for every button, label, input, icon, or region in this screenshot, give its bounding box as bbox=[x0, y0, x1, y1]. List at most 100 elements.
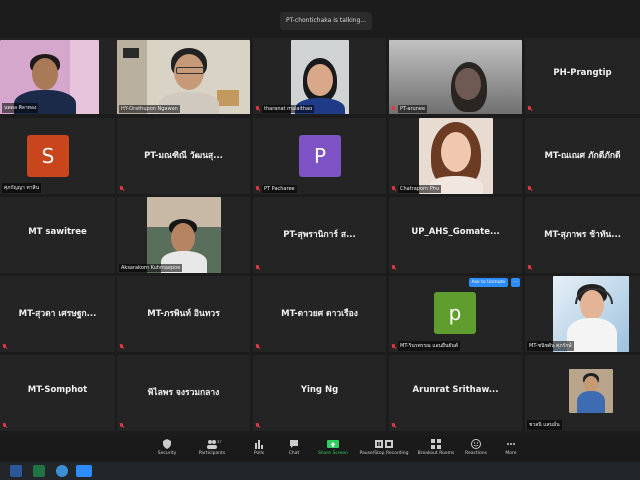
pause-recording-button[interactable]: Pause/Stop Recording bbox=[355, 439, 413, 456]
share-screen-button[interactable]: Share Screen bbox=[311, 439, 355, 456]
participant-tile[interactable]: MT-ดาวยศ ดาวเรือง bbox=[253, 276, 386, 352]
participant-name: พิไลพร จงรวมกลาง bbox=[147, 388, 220, 398]
muted-mic-icon bbox=[391, 344, 396, 350]
chat-icon bbox=[290, 440, 298, 448]
participant-tile[interactable]: Aksarakorn Kuhmaepoe bbox=[117, 197, 250, 273]
muted-mic-icon bbox=[255, 265, 260, 271]
muted-mic-icon bbox=[527, 265, 532, 271]
participant-tile[interactable]: Ying Ng bbox=[253, 355, 386, 431]
chat-label: Chat bbox=[288, 451, 300, 456]
participant-name: MT-ณเณศ ภักดีภักดี bbox=[544, 151, 621, 161]
security-label: Security bbox=[157, 451, 177, 456]
zoom-icon[interactable] bbox=[76, 465, 92, 477]
participant-tile[interactable]: PH-Prangtip bbox=[525, 38, 640, 114]
participant-tile[interactable]: MT-Somphot bbox=[0, 355, 115, 431]
participant-name: PT-สุพรานิการ์ ส... bbox=[283, 230, 356, 240]
breakout-rooms-button[interactable]: Breakout Rooms bbox=[414, 439, 458, 456]
participant-name: PH-Prangtip bbox=[553, 68, 612, 78]
participant-name: MT-สุภาพร ช้าทัน... bbox=[544, 230, 621, 240]
muted-mic-icon bbox=[391, 423, 396, 429]
chat-button[interactable]: Chat bbox=[272, 439, 316, 456]
participant-name: MT-สุวดา เศรษฐก... bbox=[18, 309, 97, 319]
participants-button[interactable]: 37 Participants bbox=[190, 439, 234, 456]
participant-tile[interactable]: นพดล ศิลาทอง bbox=[0, 38, 133, 114]
word-icon[interactable] bbox=[10, 465, 22, 477]
ask-to-unmute-button[interactable]: Ask to Unmute bbox=[468, 278, 508, 287]
muted-mic-icon bbox=[391, 186, 396, 192]
participant-name: Chatraporn Phu bbox=[398, 185, 442, 193]
participant-tile[interactable]: PT-มณฑิณี วัฒนสุ... bbox=[117, 118, 250, 194]
os-taskbar bbox=[0, 462, 640, 480]
participant-tile[interactable]: Ask to Unmute ··· p MT-รินรพรรณ แอนยืนยั… bbox=[389, 276, 522, 352]
participant-video bbox=[291, 40, 349, 114]
participant-video bbox=[117, 40, 250, 114]
participant-tile[interactable]: Chatraporn Phu bbox=[389, 118, 522, 194]
participant-tile[interactable]: ชวลนิ แสนมั่น bbox=[525, 355, 640, 431]
participant-video bbox=[147, 197, 221, 273]
muted-mic-icon bbox=[255, 186, 260, 192]
participant-name: PT Pacharee bbox=[262, 185, 297, 193]
participant-name: MT-ดาวยศ ดาวเรือง bbox=[281, 309, 358, 319]
participant-tile[interactable]: P PT Pacharee bbox=[253, 118, 386, 194]
participant-tile[interactable]: MT-สุภาพร ช้าทัน... bbox=[525, 197, 640, 273]
security-button[interactable]: Security bbox=[145, 439, 189, 456]
participant-name: MT-ชนิชตัน ศุภรักษ์ bbox=[527, 341, 574, 351]
muted-mic-icon bbox=[2, 423, 7, 429]
participants-label: Participants bbox=[198, 451, 226, 456]
share-screen-label: Share Screen bbox=[318, 451, 348, 456]
talking-indicator: PT-chontichaka is talking... bbox=[280, 12, 373, 30]
more-button[interactable]: More bbox=[489, 439, 533, 456]
participant-video bbox=[569, 369, 613, 413]
participant-video bbox=[389, 40, 522, 114]
participant-tile[interactable]: PT-arunee bbox=[389, 38, 522, 114]
participant-tile[interactable]: PT-สุพรานิการ์ ส... bbox=[253, 197, 386, 273]
participant-tile[interactable]: MT-ณเณศ ภักดีภักดี bbox=[525, 118, 640, 194]
participant-tile[interactable]: MT-ภรพินท์ อินทวร bbox=[117, 276, 250, 352]
more-options-button[interactable]: ··· bbox=[511, 278, 520, 287]
participant-name: PT-arunee bbox=[398, 105, 428, 113]
muted-mic-icon bbox=[119, 423, 124, 429]
participant-tile[interactable]: S ศุภกัญญา ทาสิน bbox=[0, 118, 115, 194]
participant-video bbox=[419, 118, 493, 194]
participant-name: Arunrat Srithaw... bbox=[412, 385, 499, 395]
participant-tile[interactable]: MT sawitree bbox=[0, 197, 115, 273]
participant-name: นพดล ศิลาทอง bbox=[2, 103, 39, 113]
smiley-icon bbox=[471, 439, 481, 449]
muted-mic-icon bbox=[391, 106, 396, 112]
muted-mic-icon bbox=[391, 265, 396, 271]
participant-tile[interactable]: พิไลพร จงรวมกลาง bbox=[117, 355, 250, 431]
muted-mic-icon bbox=[119, 186, 124, 192]
ellipsis-icon bbox=[507, 443, 515, 445]
muted-mic-icon bbox=[255, 106, 260, 112]
muted-mic-icon bbox=[255, 423, 260, 429]
participant-name: MT-Somphot bbox=[27, 385, 88, 395]
participant-name: MT-รินรพรรณ แอนยืนยันต์ bbox=[398, 341, 460, 351]
meeting-toolbar: Security 37 Participants Polls Chat Shar… bbox=[0, 436, 640, 462]
participant-name: PT-มณฑิณี วัฒนสุ... bbox=[144, 151, 223, 161]
participant-tile[interactable]: UP_AHS_Gomate... bbox=[389, 197, 522, 273]
participant-tile[interactable]: MT-ชนิชตัน ศุภรักษ์ bbox=[525, 276, 640, 352]
muted-mic-icon bbox=[255, 344, 260, 350]
participant-name: HY-Orathupon Ngawan bbox=[119, 105, 180, 113]
participant-tile[interactable]: HY-Orathupon Ngawan bbox=[117, 38, 250, 114]
participant-name: ชวลนิ แสนมั่น bbox=[527, 420, 562, 430]
muted-mic-icon bbox=[527, 106, 532, 112]
participant-name: tharanat malaithao bbox=[262, 105, 315, 113]
pause-recording-label: Pause/Stop Recording bbox=[359, 451, 409, 456]
participant-tile[interactable]: Arunrat Srithaw... bbox=[389, 355, 522, 431]
breakout-rooms-label: Breakout Rooms bbox=[417, 451, 455, 456]
pause-stop-icon bbox=[375, 440, 393, 448]
participant-tile[interactable]: tharanat malaithao bbox=[253, 38, 386, 114]
participant-name: ศุภกัญญา ทาสิน bbox=[2, 183, 41, 193]
participant-name: MT sawitree bbox=[28, 227, 87, 237]
top-bar: PT-chontichaka is talking... bbox=[0, 0, 640, 36]
share-screen-icon bbox=[327, 440, 339, 448]
shield-icon bbox=[163, 439, 171, 449]
excel-icon[interactable] bbox=[33, 465, 45, 477]
muted-mic-icon bbox=[2, 344, 7, 350]
participant-tile[interactable]: MT-สุวดา เศรษฐก... bbox=[0, 276, 115, 352]
breakout-rooms-icon bbox=[431, 439, 441, 449]
participant-avatar: p bbox=[434, 292, 476, 334]
participants-count: 37 bbox=[217, 439, 222, 444]
browser-icon[interactable] bbox=[56, 465, 68, 477]
